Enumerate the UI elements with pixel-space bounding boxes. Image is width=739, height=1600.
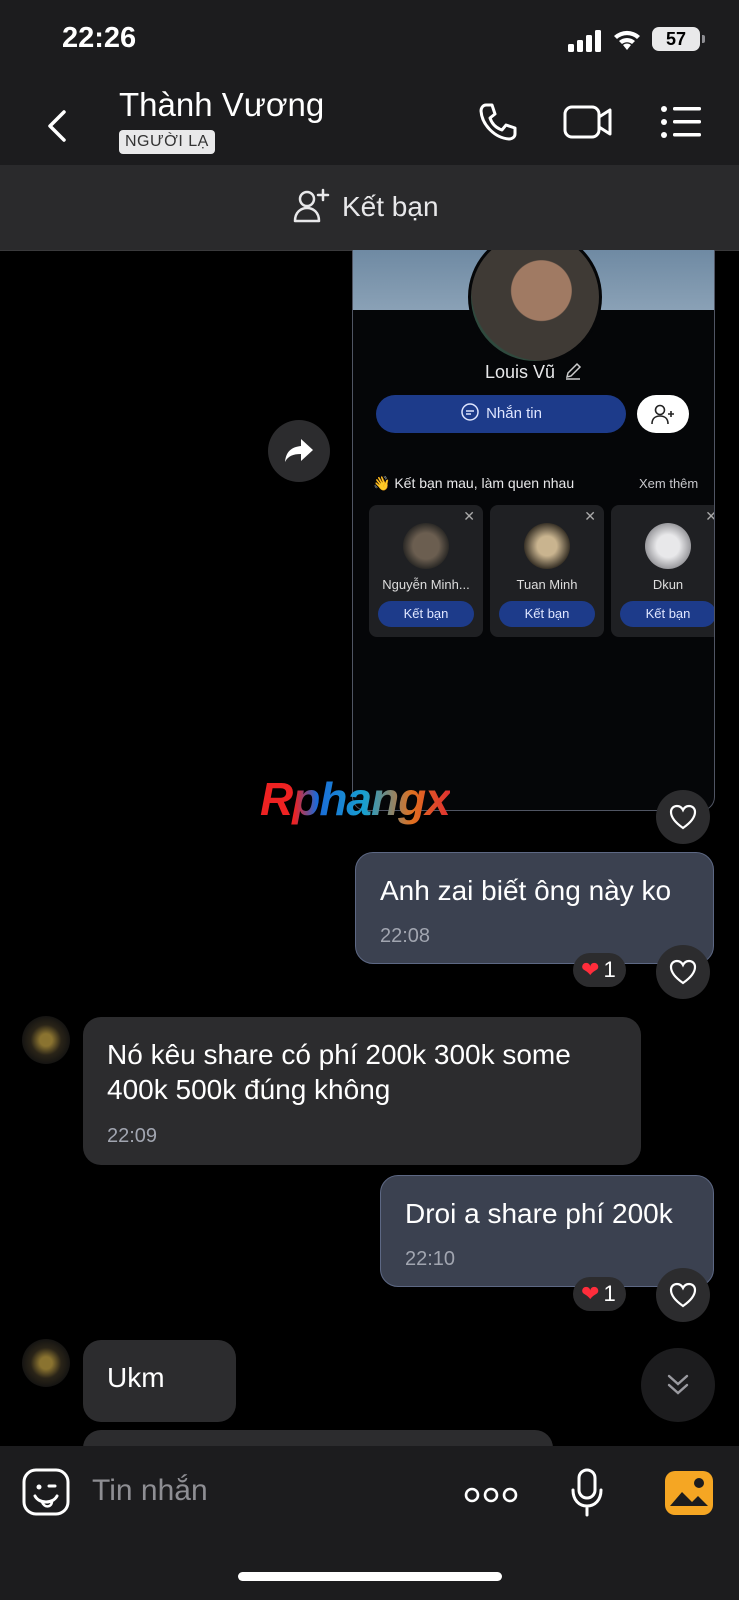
add-friend-icon — [651, 404, 674, 425]
reaction-badge[interactable]: ❤ 1 — [573, 953, 626, 987]
back-icon[interactable] — [40, 106, 80, 146]
scroll-to-bottom-button[interactable] — [641, 1348, 715, 1422]
add-friend-label: Kết bạn — [342, 191, 439, 222]
wifi-icon — [614, 30, 640, 50]
contact-name[interactable]: Thành Vương — [119, 86, 324, 124]
forward-icon — [285, 439, 313, 462]
suggestion-name: Dkun — [652, 577, 684, 592]
add-friend-icon — [293, 188, 330, 223]
suggestion-add-button: Kết bạn — [620, 601, 714, 627]
battery-indicator: 57 — [652, 27, 705, 51]
video-camera-icon[interactable] — [562, 102, 614, 142]
profile-name: Louis Vũ — [353, 362, 714, 383]
suggestion-card: ✕ Dkun Kết bạn — [611, 505, 714, 637]
close-icon: ✕ — [584, 508, 596, 524]
avatar — [403, 523, 449, 569]
close-icon: ✕ — [705, 508, 714, 525]
outgoing-message[interactable]: Anh zai biết ông này ko 22:08 — [355, 852, 714, 964]
message-time: 22:09 — [107, 1125, 158, 1147]
suggestion-name: Tuan Minh — [516, 577, 578, 592]
heart-icon: ❤ — [581, 1281, 600, 1306]
chat-header: Thành Vương NGƯỜI LẠ — [0, 80, 739, 165]
suggestion-card: ✕ Nguyễn Minh... Kết bạn — [369, 505, 483, 637]
message-text: Droi a share phí 200k — [405, 1198, 673, 1229]
add-friend-small-button — [637, 395, 689, 433]
suggestion-add-button: Kết bạn — [499, 601, 595, 627]
suggestion-add-button: Kết bạn — [378, 601, 474, 627]
incoming-message[interactable]: Ukm — [83, 1340, 236, 1422]
like-button[interactable] — [656, 945, 710, 999]
list-menu-icon[interactable] — [660, 105, 702, 139]
chat-bubble-icon — [461, 403, 479, 421]
sender-avatar[interactable] — [22, 1339, 70, 1387]
incoming-message[interactable]: Nó kêu share có phí 200k 300k some 400k … — [83, 1017, 641, 1165]
status-bar: 22:26 57 — [0, 0, 739, 80]
like-button[interactable] — [656, 790, 710, 844]
close-icon: ✕ — [463, 508, 475, 524]
see-more-link: Xem thêm — [639, 476, 699, 491]
suggestion-name: Nguyễn Minh... — [382, 577, 470, 592]
heart-icon — [669, 1282, 697, 1308]
add-friend-bar[interactable]: Kết bạn — [0, 165, 739, 251]
stranger-badge: NGƯỜI LẠ — [119, 130, 215, 154]
phone-icon[interactable] — [476, 100, 520, 144]
more-dots-icon[interactable] — [464, 1486, 518, 1504]
message-time: 22:10 — [405, 1248, 456, 1270]
watermark: Rphangx — [260, 773, 451, 825]
message-button: Nhắn tin — [376, 395, 626, 433]
message-input[interactable]: Tin nhắn — [92, 1474, 208, 1508]
message-text: Anh zai biết ông này ko — [380, 875, 672, 906]
suggest-title: 👋 Kết bạn mau, làm quen nhau — [373, 475, 575, 491]
chevron-down-icon — [667, 1374, 689, 1395]
outgoing-message[interactable]: Droi a share phí 200k 22:10 — [380, 1175, 714, 1287]
status-time: 22:26 — [62, 22, 137, 54]
reaction-badge[interactable]: ❤ 1 — [573, 1277, 626, 1311]
heart-icon — [669, 959, 697, 985]
like-button[interactable] — [656, 1268, 710, 1322]
edit-pencil-icon — [566, 362, 582, 380]
avatar — [645, 523, 691, 569]
reaction-count: 1 — [603, 957, 616, 982]
message-text: Ukm — [107, 1362, 165, 1393]
forward-button[interactable] — [268, 420, 330, 482]
microphone-icon[interactable] — [570, 1468, 604, 1518]
sticker-icon[interactable] — [22, 1468, 70, 1516]
signal-icon — [568, 30, 601, 52]
profile-avatar — [468, 250, 602, 364]
image-icon[interactable] — [664, 1470, 714, 1516]
heart-icon: ❤ — [581, 957, 600, 982]
message-text: Nó kêu share có phí 200k 300k some 400k … — [107, 1039, 571, 1105]
avatar — [524, 523, 570, 569]
suggestion-card: ✕ Tuan Minh Kết bạn — [490, 505, 604, 637]
reaction-count: 1 — [603, 1281, 616, 1306]
message-time: 22:08 — [380, 925, 431, 947]
home-indicator — [238, 1572, 502, 1581]
heart-icon — [669, 804, 697, 830]
shared-image-message[interactable]: Louis Vũ Nhắn tin 👋 Kết bạn mau, làm que… — [352, 250, 715, 811]
sender-avatar[interactable] — [22, 1016, 70, 1064]
